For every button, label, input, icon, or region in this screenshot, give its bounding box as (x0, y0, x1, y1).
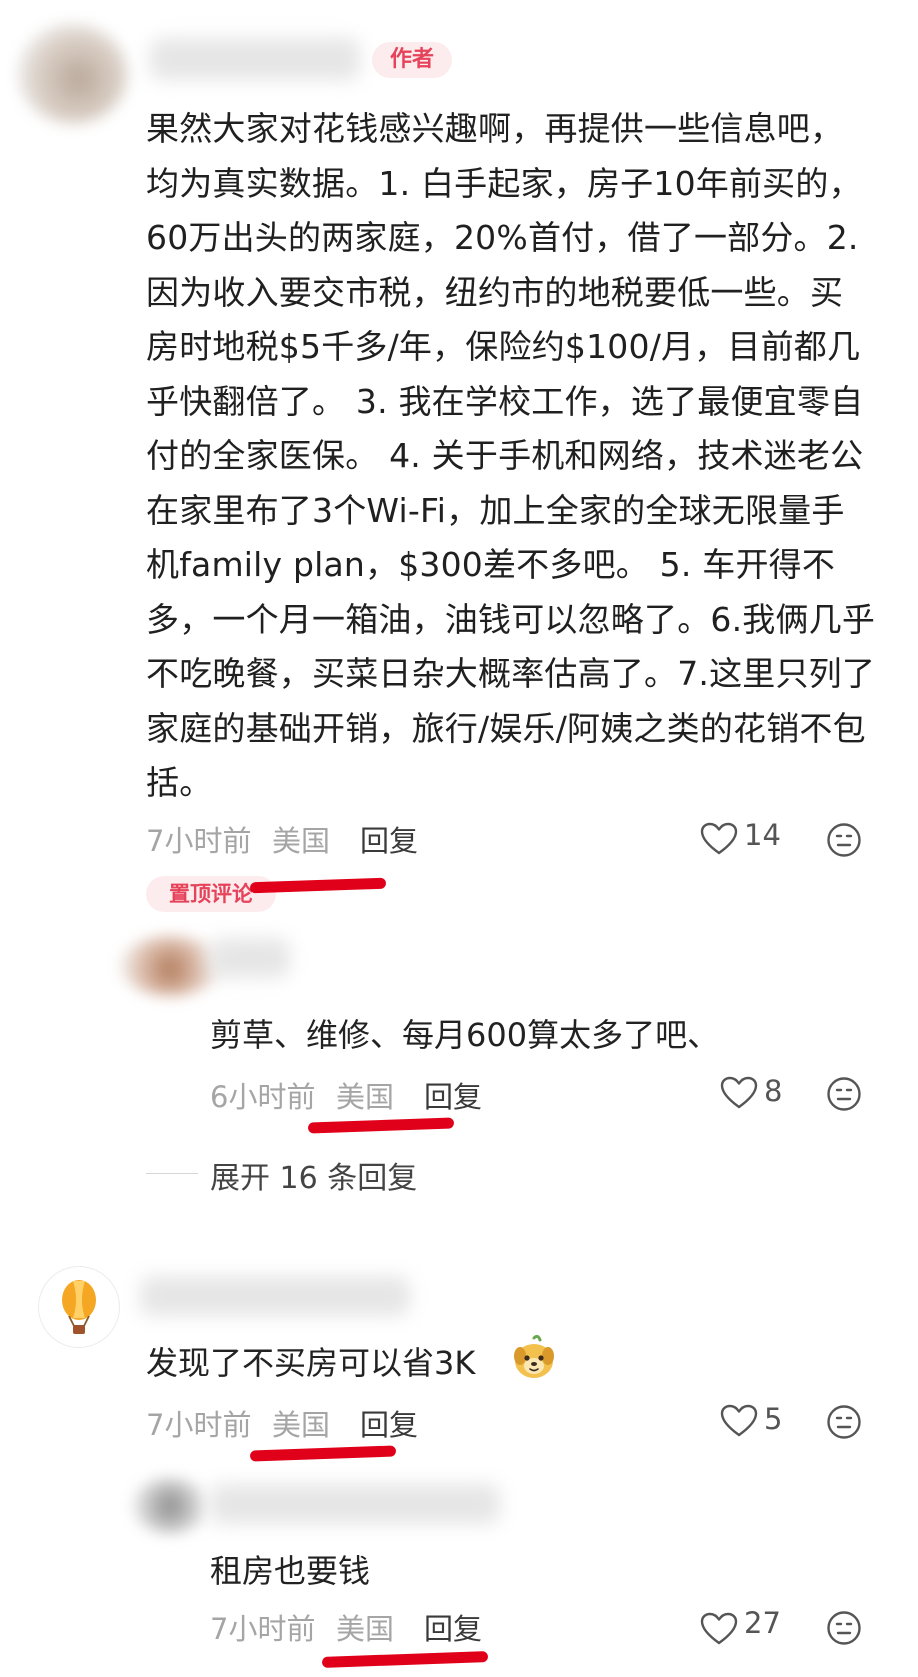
author-badge: 作者 (372, 42, 452, 78)
heart-icon[interactable] (720, 1404, 758, 1438)
comment-text: 发现了不买房可以省3K (146, 1344, 476, 1382)
reply-location: 美国 (336, 1612, 395, 1646)
avatar[interactable] (132, 1478, 208, 1534)
red-annotation-underline (307, 1117, 455, 1134)
comment-location: 美国 (272, 1408, 331, 1442)
dislike-face-icon[interactable] (826, 822, 862, 858)
reply-text: 租房也要钱 (210, 1552, 371, 1590)
red-annotation-underline (249, 1445, 397, 1462)
comment-time: 7小时前 (146, 1408, 252, 1442)
hot-air-balloon-icon (62, 1280, 96, 1334)
username[interactable] (210, 938, 290, 978)
like-count: 14 (744, 818, 781, 852)
dislike-face-icon[interactable] (826, 1404, 862, 1440)
reply-location: 美国 (336, 1080, 395, 1114)
reply-time: 6小时前 (210, 1080, 316, 1114)
comment-location: 美国 (272, 824, 331, 858)
reply-button[interactable]: 回复 (424, 1606, 482, 1648)
username[interactable] (140, 1276, 410, 1316)
expand-replies-button[interactable]: 展开 16 条回复 (210, 1153, 417, 1197)
heart-icon[interactable] (720, 1076, 758, 1110)
heart-icon[interactable] (700, 1612, 738, 1646)
avatar[interactable] (18, 24, 128, 124)
reply-button[interactable]: 回复 (360, 818, 418, 860)
heart-icon[interactable] (700, 822, 738, 856)
expand-divider (146, 1173, 198, 1174)
like-count: 27 (744, 1606, 781, 1640)
username[interactable] (210, 1484, 500, 1524)
reply-time: 7小时前 (210, 1612, 316, 1646)
dislike-face-icon[interactable] (826, 1076, 862, 1112)
reply-text: 剪草、维修、每月600算太多了吧、 (210, 1016, 720, 1054)
like-count: 8 (764, 1074, 783, 1108)
like-count: 5 (764, 1402, 783, 1436)
red-annotation-underline (321, 1651, 489, 1668)
reply-button[interactable]: 回复 (424, 1074, 482, 1116)
puppy-emoji-icon (514, 1334, 554, 1378)
comment-text: 果然大家对花钱感兴趣啊，再提供一些信息吧，均为真实数据。1. 白手起家，房子10… (146, 109, 876, 802)
comment-time: 7小时前 (146, 824, 252, 858)
avatar[interactable] (120, 936, 220, 996)
username[interactable] (150, 38, 360, 80)
dislike-face-icon[interactable] (826, 1610, 862, 1646)
reply-button[interactable]: 回复 (360, 1402, 418, 1444)
avatar[interactable] (38, 1266, 120, 1348)
